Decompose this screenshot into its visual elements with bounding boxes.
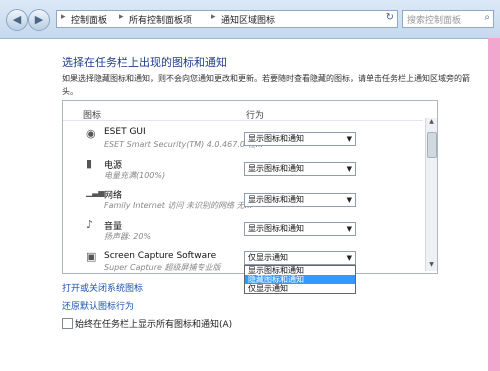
breadcrumb-control-panel[interactable]: 控制面板 xyxy=(71,13,107,26)
dropdown-option-hide[interactable]: 隐藏图标和通知 xyxy=(245,275,355,284)
behavior-dropdown-list[interactable]: 显示图标和通知 隐藏图标和通知 仅显示通知 xyxy=(244,265,356,294)
row-name-screen-capture: Screen Capture Software xyxy=(104,251,217,261)
address-bar[interactable]: ▸ 控制面板 ▸ 所有控制面板项 ▸ 通知区域图标 ↻ xyxy=(56,10,398,28)
behavior-select-volume[interactable]: 显示图标和通知 ▼ xyxy=(244,222,356,236)
speaker-icon: ♪ xyxy=(86,218,94,231)
row-desc-power: 电量充满(100%) xyxy=(104,171,166,180)
behavior-value: 仅显示通知 xyxy=(248,253,288,262)
chevron-down-icon[interactable]: ▼ xyxy=(347,252,352,264)
behavior-value: 显示图标和通知 xyxy=(248,224,304,233)
page-title: 选择在任务栏上出现的图标和通知 xyxy=(62,56,227,69)
back-button[interactable]: ◀ xyxy=(6,9,28,31)
row-desc-network: Family Internet 访问 未识别的网络 无... xyxy=(104,201,253,210)
decorative-band xyxy=(488,38,500,371)
network-icon: ▁▃▅ xyxy=(86,188,105,197)
screen-capture-icon: ▣ xyxy=(86,250,97,263)
row-desc-eset: ESET Smart Security(TM) 4.0.467.0 程... xyxy=(104,140,264,149)
scroll-thumb[interactable] xyxy=(427,132,437,158)
breadcrumb-all-items[interactable]: 所有控制面板项 xyxy=(129,13,192,26)
search-placeholder: 搜索控制面板 xyxy=(407,16,462,26)
behavior-select-eset[interactable]: 显示图标和通知 ▼ xyxy=(244,132,356,146)
scroll-down-arrow-icon[interactable]: ▼ xyxy=(426,261,437,271)
refresh-icon[interactable]: ↻ xyxy=(386,12,394,23)
behavior-value: 显示图标和通知 xyxy=(248,134,304,143)
behavior-select-network[interactable]: 显示图标和通知 ▼ xyxy=(244,193,356,207)
chevron-down-icon[interactable]: ▼ xyxy=(347,223,352,235)
behavior-select-screen-capture[interactable]: 仅显示通知 ▼ xyxy=(244,251,356,265)
dropdown-option-notify-only[interactable]: 仅显示通知 xyxy=(245,284,355,293)
chevron-down-icon[interactable]: ▼ xyxy=(347,133,352,145)
breadcrumb-root-chevron-icon[interactable]: ▸ xyxy=(61,12,66,22)
always-show-label[interactable]: 始终在任务栏上显示所有图标和通知(A) xyxy=(75,317,232,330)
breadcrumb-chevron-icon[interactable]: ▸ xyxy=(211,12,216,22)
eset-icon: ◉ xyxy=(86,127,96,140)
forward-button[interactable]: ▶ xyxy=(28,9,50,31)
navigation-bar: ◀ ▶ ▸ 控制面板 ▸ 所有控制面板项 ▸ 通知区域图标 ↻ 搜索控制面板 ⌕ xyxy=(0,0,500,39)
behavior-select-power[interactable]: 显示图标和通知 ▼ xyxy=(244,162,356,176)
header-divider xyxy=(63,120,423,121)
battery-icon: ▮ xyxy=(86,157,93,170)
behavior-value: 显示图标和通知 xyxy=(248,195,304,204)
system-icons-link[interactable]: 打开或关闭系统图标 xyxy=(62,281,143,294)
breadcrumb-notification-icons[interactable]: 通知区域图标 xyxy=(221,13,275,26)
row-name-eset: ESET GUI xyxy=(104,127,146,137)
scrollbar[interactable]: ▲ ▼ xyxy=(425,118,437,271)
chevron-down-icon[interactable]: ▼ xyxy=(347,194,352,206)
chevron-down-icon[interactable]: ▼ xyxy=(347,163,352,175)
row-desc-screen-capture: Super Capture 超级屏捕专业版 xyxy=(104,263,221,272)
page-description: 如果选择隐藏图标和通知，则不会向您通知更改和更新。若要随时查看隐藏的图标，请单击… xyxy=(62,74,470,96)
breadcrumb-chevron-icon[interactable]: ▸ xyxy=(119,12,124,22)
row-desc-volume: 扬声器: 20% xyxy=(104,232,152,241)
restore-default-link[interactable]: 还原默认图标行为 xyxy=(62,299,134,312)
behavior-value: 显示图标和通知 xyxy=(248,164,304,173)
always-show-checkbox[interactable] xyxy=(62,318,73,329)
dropdown-option-show[interactable]: 显示图标和通知 xyxy=(245,266,355,275)
search-icon[interactable]: ⌕ xyxy=(484,12,490,23)
scroll-up-arrow-icon[interactable]: ▲ xyxy=(426,118,437,128)
search-box[interactable]: 搜索控制面板 ⌕ xyxy=(402,10,494,28)
